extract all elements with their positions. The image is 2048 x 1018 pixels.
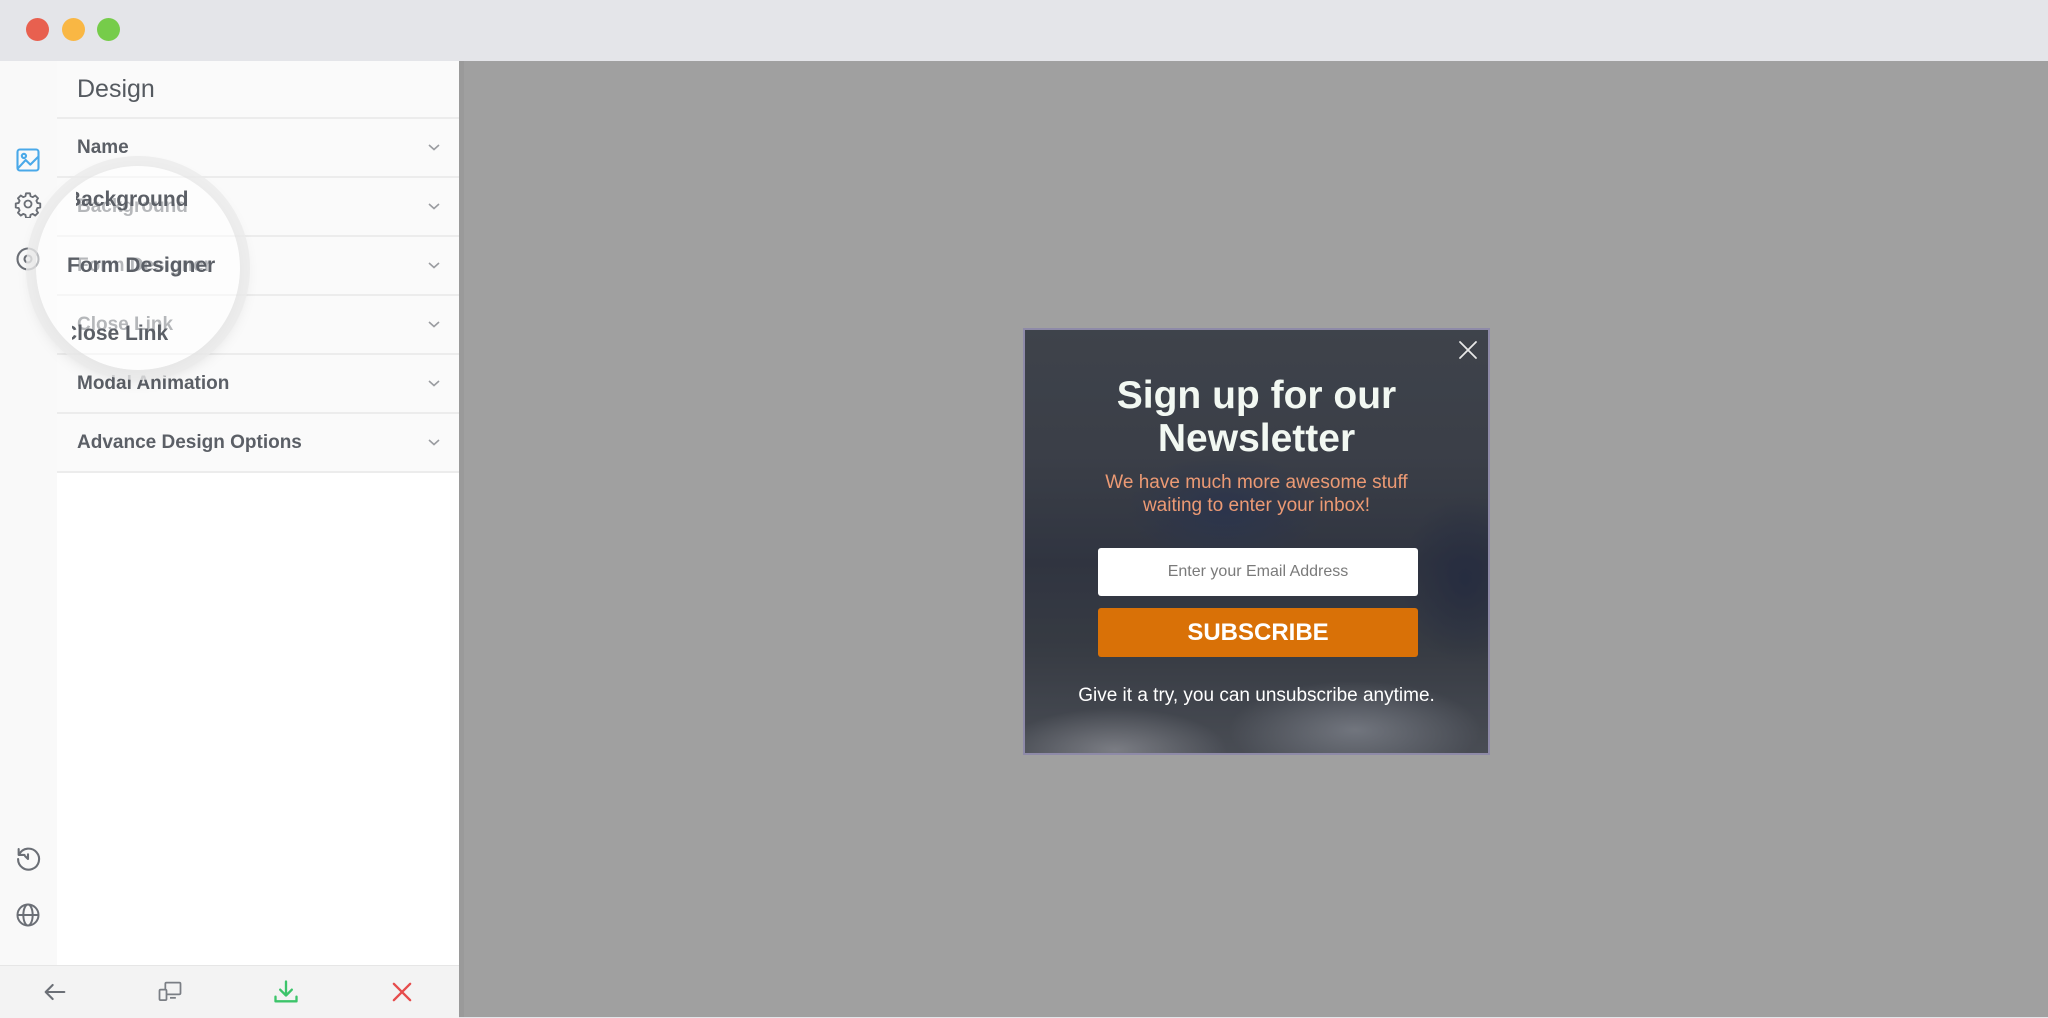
accordion-item-background[interactable]: Background bbox=[57, 178, 459, 237]
window-minimize-button[interactable] bbox=[62, 18, 85, 41]
close-icon bbox=[392, 982, 412, 1002]
accordion-label: Form Designer bbox=[77, 255, 212, 276]
accordion-label: Advance Design Options bbox=[77, 432, 302, 453]
close-editor-button[interactable] bbox=[386, 976, 418, 1008]
bottom-toolbar bbox=[0, 965, 459, 1018]
responsive-devices-icon bbox=[158, 981, 182, 1002]
image-icon[interactable] bbox=[13, 145, 43, 175]
window-maximize-button[interactable] bbox=[97, 18, 120, 41]
accordion-label: Name bbox=[77, 137, 129, 158]
accordion-item-form-designer[interactable]: Form Designer bbox=[57, 237, 459, 296]
chevron-down-icon bbox=[428, 262, 440, 269]
chevron-down-icon bbox=[428, 203, 440, 210]
popup-subtitle: We have much more awesome stuff waiting … bbox=[1105, 472, 1408, 516]
target-icon[interactable] bbox=[13, 244, 43, 274]
responsive-preview-button[interactable] bbox=[154, 976, 186, 1008]
accordion-item-modal-animation[interactable]: Modal Animation bbox=[57, 355, 459, 414]
history-icon[interactable] bbox=[13, 844, 43, 874]
accordion-item-advance-design-options[interactable]: Advance Design Options bbox=[57, 414, 459, 473]
window-close-button[interactable] bbox=[26, 18, 49, 41]
download-button[interactable] bbox=[270, 976, 302, 1008]
email-input[interactable] bbox=[1098, 548, 1418, 596]
accordion-item-close-link[interactable]: Close Link bbox=[57, 296, 459, 355]
accordion-label: Close Link bbox=[77, 314, 174, 335]
left-icon-rail bbox=[0, 61, 58, 965]
chevron-down-icon bbox=[428, 439, 440, 446]
chevron-down-icon bbox=[428, 321, 440, 328]
back-arrow-icon bbox=[44, 983, 66, 1001]
subscribe-button[interactable]: SUBSCRIBE bbox=[1098, 608, 1418, 657]
back-button[interactable] bbox=[39, 976, 71, 1008]
window-titlebar bbox=[0, 0, 2048, 61]
accordion-item-name[interactable]: Name bbox=[57, 119, 459, 178]
chevron-down-icon bbox=[428, 144, 440, 151]
newsletter-popup: Sign up for our Newsletter We have much … bbox=[1023, 328, 1490, 755]
accordion-label: Background bbox=[77, 196, 188, 217]
chevron-down-icon bbox=[428, 380, 440, 387]
popup-title: Sign up for our Newsletter bbox=[1116, 374, 1397, 460]
panel-title: Design bbox=[57, 61, 459, 119]
gear-icon[interactable] bbox=[13, 189, 43, 219]
design-panel: Design Name Background Form Designer Clo… bbox=[57, 61, 459, 965]
accordion-label: Modal Animation bbox=[77, 373, 230, 394]
popup-footer-text: Give it a try, you can unsubscribe anyti… bbox=[1078, 685, 1435, 706]
download-icon bbox=[274, 980, 298, 1003]
globe-icon[interactable] bbox=[13, 900, 43, 930]
popup-close-icon[interactable] bbox=[1456, 338, 1480, 362]
